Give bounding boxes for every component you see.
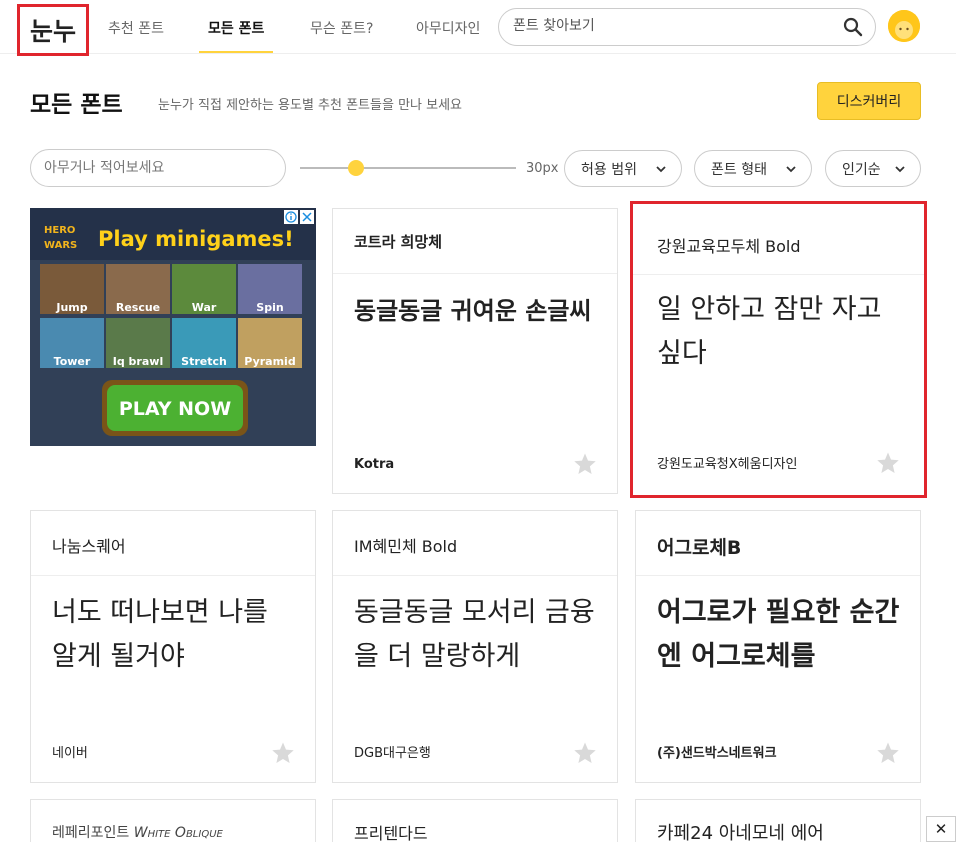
ad-tile-label: Iq brawl [113, 355, 163, 368]
font-card-name-prefix: 레페리포인트 [52, 825, 130, 841]
advertisement-banner[interactable]: HERO WARS Play minigames! Jump Rescue Wa… [30, 208, 316, 446]
font-card[interactable]: 레페리포인트 White Oblique [30, 799, 316, 842]
ad-tile-label: Tower [54, 355, 91, 368]
nav-all-fonts[interactable]: 모든 폰트 [208, 18, 264, 38]
nav-what-font[interactable]: 무슨 폰트? [310, 18, 373, 38]
font-card-name: 어그로체B [657, 537, 742, 559]
font-card-maker: 네이버 [52, 746, 88, 761]
divider [333, 575, 617, 576]
search-input[interactable] [513, 18, 833, 34]
chevron-down-icon [786, 165, 796, 172]
font-card-maker: (주)샌드박스네트워크 [657, 746, 777, 761]
font-card-sample: 동글동글 모서리 금융을 더 말랑하게 [354, 597, 595, 672]
font-card-name: 레페리포인트 White Oblique [52, 822, 223, 842]
shape-filter-dropdown[interactable]: 폰트 형태 [694, 150, 812, 187]
chevron-down-icon [895, 165, 905, 172]
font-card-name: IM혜민체 Bold [354, 537, 458, 556]
font-card[interactable]: 어그로체B 어그로가 필요한 순간엔 어그로체를 (주)샌드박스네트워크 [635, 510, 921, 783]
star-icon[interactable] [876, 451, 900, 475]
font-card-sample: 너도 떠나보면 나를 알게 될거야 [52, 597, 268, 672]
font-card-maker: 강원도교육청X헤움디자인 [657, 457, 798, 472]
sample-text-input[interactable] [30, 149, 286, 187]
active-nav-underline [199, 51, 273, 53]
search-icon[interactable] [843, 17, 863, 37]
page-title: 모든 폰트 [30, 92, 123, 118]
ad-tile-label: Spin [256, 301, 283, 314]
star-icon[interactable] [573, 741, 597, 765]
license-filter-label: 허용 범위 [581, 161, 637, 178]
ad-tile-label: Pyramid [244, 355, 295, 368]
font-card-maker: Kotra [354, 457, 395, 472]
font-card-highlighted[interactable]: 강원교육모두체 Bold 일 안하고 잠만 자고 싶다 강원도교육청X헤움디자인 [630, 201, 927, 498]
font-card-name: 나눔스퀘어 [52, 537, 126, 556]
font-card-sample: 어그로가 필요한 순간엔 어그로체를 [657, 597, 900, 672]
ad-tile-label: War [192, 301, 217, 314]
font-size-slider-track[interactable] [300, 167, 516, 169]
divider [636, 575, 920, 576]
font-size-label: 30px [526, 161, 559, 176]
ad-tile-label: Stretch [181, 355, 227, 368]
ad-brand-top: HERO [44, 225, 75, 236]
font-card[interactable]: IM혜민체 Bold 동글동글 모서리 금융을 더 말랑하게 DGB대구은행 [332, 510, 618, 783]
ad-tile-label: Rescue [116, 301, 160, 314]
ad-play-now-label: PLAY NOW [119, 398, 231, 420]
search-box [498, 8, 876, 46]
star-icon[interactable] [573, 452, 597, 476]
divider [633, 274, 924, 275]
page-subtitle: 눈누가 직접 제안하는 용도별 추천 폰트들을 만나 보세요 [158, 98, 463, 113]
star-icon[interactable] [271, 741, 295, 765]
ad-headline: Play minigames! [98, 227, 294, 251]
font-card-name: 프리텐다드 [354, 824, 428, 842]
ad-tile-label: Jump [55, 301, 87, 314]
discovery-button[interactable]: 디스커버리 [817, 82, 921, 120]
license-filter-dropdown[interactable]: 허용 범위 [564, 150, 682, 187]
ad-artwork: HERO WARS Play minigames! Jump Rescue Wa… [30, 208, 316, 446]
sort-dropdown[interactable]: 인기순 [825, 150, 921, 187]
font-size-slider-handle[interactable] [348, 160, 364, 176]
shape-filter-label: 폰트 형태 [711, 161, 767, 178]
ad-brand-bottom: WARS [44, 240, 77, 251]
font-card-name-suffix: White Oblique [133, 825, 223, 841]
divider [333, 273, 617, 274]
avatar[interactable] [888, 10, 920, 42]
chevron-down-icon [656, 165, 666, 172]
font-card-sample: 일 안하고 잠만 자고 싶다 [657, 294, 882, 369]
top-bar: 눈누 추천 폰트 모든 폰트 무슨 폰트? 아무디자인 [0, 0, 956, 56]
site-logo[interactable]: 눈누 [17, 4, 89, 56]
font-card[interactable]: 나눔스퀘어 너도 떠나보면 나를 알게 될거야 네이버 [30, 510, 316, 783]
font-card[interactable]: 카페24 아네모네 에어 [635, 799, 921, 842]
nav-recommended[interactable]: 추천 폰트 [108, 18, 164, 38]
font-card-sample: 동글동글 귀여운 손글씨 [354, 297, 592, 325]
divider [31, 575, 315, 576]
nav-any-design[interactable]: 아무디자인 [416, 18, 480, 38]
font-card-name: 코트라 희망체 [354, 233, 443, 251]
star-icon[interactable] [876, 741, 900, 765]
font-card[interactable]: 코트라 희망체 동글동글 귀여운 손글씨 Kotra [332, 208, 618, 494]
font-card[interactable]: 프리텐다드 [332, 799, 618, 842]
font-card-name: 강원교육모두체 Bold [657, 237, 801, 256]
font-card-maker: DGB대구은행 [354, 746, 431, 761]
font-card-name: 카페24 아네모네 에어 [657, 823, 824, 842]
sort-label: 인기순 [842, 161, 881, 178]
close-button[interactable]: ✕ [926, 816, 956, 842]
